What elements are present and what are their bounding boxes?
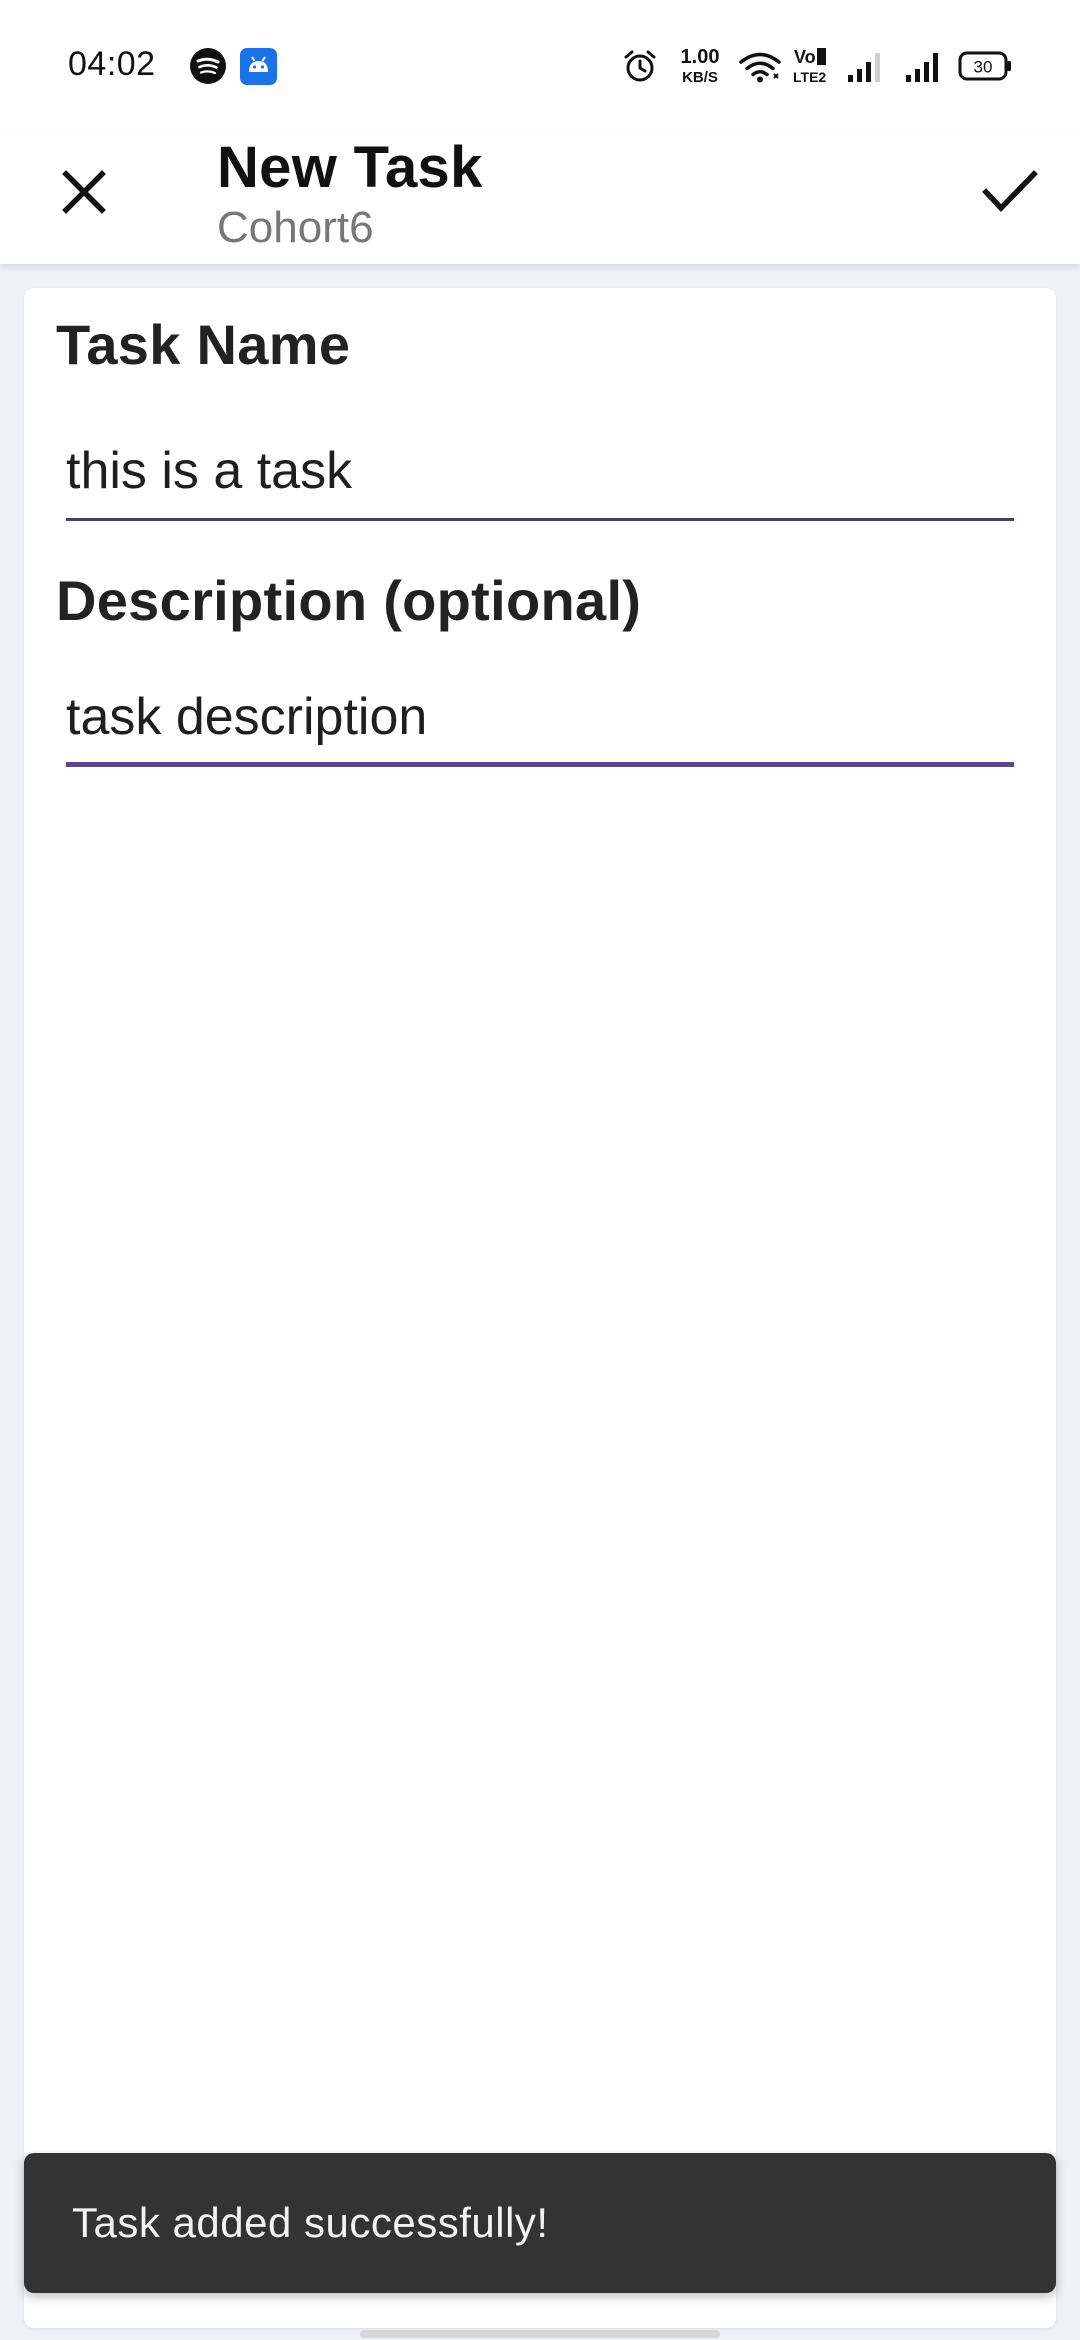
volte-bottom-text: LTE2 [793, 69, 826, 85]
description-field[interactable]: task description [66, 682, 1014, 767]
network-speed-unit: KB/S [682, 69, 718, 86]
android-icon [240, 48, 277, 85]
page-subtitle: Cohort6 [217, 203, 374, 252]
alarm-icon [624, 50, 656, 82]
task-name-underline [66, 518, 1014, 521]
spotify-icon [190, 48, 226, 84]
app-bar: New Task Cohort6 [0, 130, 1080, 264]
volte-top-text: Vo [794, 47, 816, 67]
close-icon [62, 170, 106, 214]
status-bar: 04:02 1.00 KB/S Vo LTE2 30 [0, 0, 1080, 130]
snackbar: Task added successfully! [24, 2153, 1056, 2293]
task-name-input[interactable]: this is a task [66, 436, 1014, 506]
description-underline [66, 762, 1014, 767]
check-icon [982, 170, 1038, 212]
snackbar-message: Task added successfully! [72, 2199, 549, 2246]
description-input[interactable]: task description [66, 682, 1014, 752]
volte-icon: Vo LTE2 [793, 47, 826, 85]
network-speed-value: 1.00 [681, 46, 720, 68]
gesture-handle[interactable] [360, 2330, 720, 2338]
task-name-field[interactable]: this is a task [66, 436, 1014, 521]
network-speed-indicator: 1.00 KB/S [681, 46, 720, 86]
battery-level: 30 [974, 58, 993, 77]
wifi-icon [739, 52, 781, 83]
signal-icon [848, 53, 880, 82]
task-name-label: Task Name [56, 313, 351, 376]
status-time: 04:02 [68, 45, 156, 83]
description-label: Description (optional) [56, 569, 642, 632]
battery-icon: 30 [958, 51, 1011, 81]
save-button[interactable] [968, 150, 1052, 234]
signal-icon [906, 53, 938, 82]
close-button[interactable] [44, 152, 124, 232]
task-form-card: Task Name this is a task Description (op… [24, 288, 1056, 2328]
